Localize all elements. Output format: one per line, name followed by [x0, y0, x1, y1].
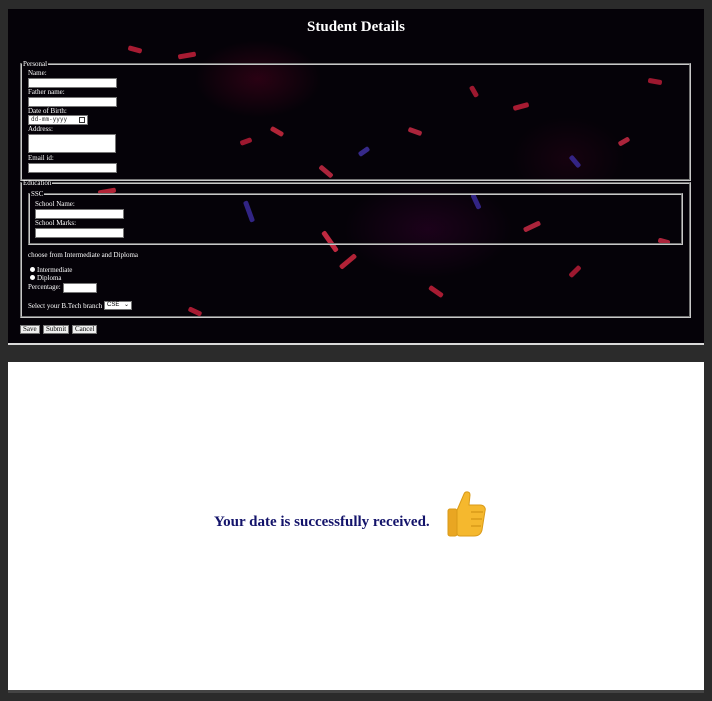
school-name-label: School Name: [35, 200, 75, 208]
calendar-icon[interactable] [79, 117, 85, 123]
student-form-panel: Student Details Personal Name: Father na… [8, 9, 704, 345]
ssc-fieldset: SSC [28, 190, 683, 245]
submit-button[interactable]: Submit [43, 325, 70, 334]
intermediate-label: Intermediate [37, 266, 73, 274]
ssc-legend: SSC [31, 190, 44, 198]
thumbs-up-icon [447, 491, 486, 537]
intermediate-radio[interactable] [30, 267, 35, 272]
diploma-radio[interactable] [30, 275, 35, 280]
dob-placeholder: dd-mm-yyyy [31, 116, 68, 123]
father-name-input[interactable] [28, 97, 117, 107]
name-label: Name: [28, 69, 47, 77]
page-title: Student Details [307, 19, 405, 35]
bg-streak [127, 45, 143, 54]
school-marks-input[interactable] [35, 228, 124, 238]
bg-streak [177, 51, 197, 60]
address-textarea[interactable] [28, 134, 116, 153]
address-label: Address: [28, 125, 53, 133]
personal-fieldset: Personal [20, 60, 691, 181]
percentage-input[interactable] [63, 283, 97, 293]
cancel-button[interactable]: Cancel [72, 325, 98, 334]
success-panel: Your date is successfully received. [8, 362, 704, 693]
dob-label: Date of Birth: [28, 107, 67, 115]
email-input[interactable] [28, 163, 117, 173]
school-name-input[interactable] [35, 209, 124, 219]
dob-input[interactable]: dd-mm-yyyy [28, 115, 88, 125]
percentage-label: Percentage: [28, 283, 61, 291]
branch-selected-value: CSE [107, 302, 120, 308]
branch-label: Select your B.Tech branch [28, 302, 103, 310]
father-name-label: Father name: [28, 88, 65, 96]
personal-legend: Personal [23, 60, 48, 68]
chevron-down-icon: ⌄ [123, 302, 129, 308]
education-legend: Education [23, 179, 52, 187]
diploma-label: Diploma [37, 274, 62, 282]
choose-text: choose from Intermediate and Diploma [28, 251, 139, 259]
success-message: Your date is successfully received. [214, 514, 430, 530]
name-input[interactable] [28, 78, 117, 88]
school-marks-label: School Marks: [35, 219, 77, 227]
save-button[interactable]: Save [20, 325, 40, 334]
email-label: Email id: [28, 154, 54, 162]
branch-select[interactable]: CSE ⌄ [104, 301, 132, 310]
